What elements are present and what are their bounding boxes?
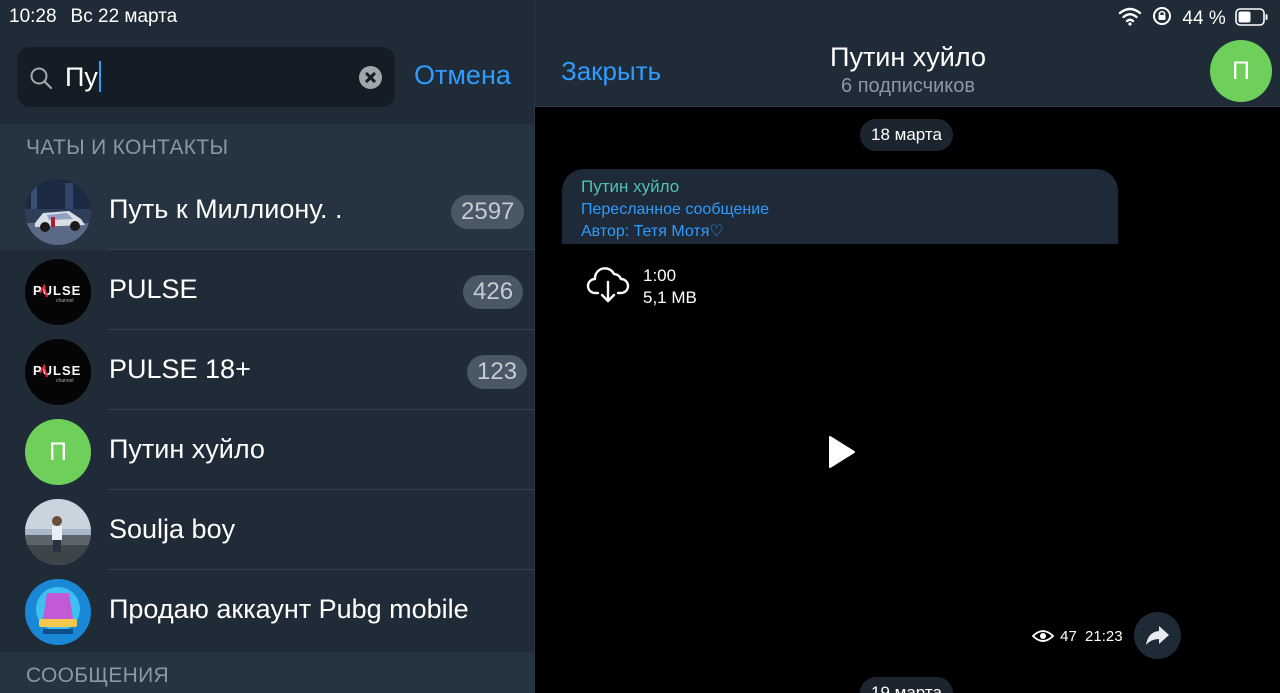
message-meta: 47 21:23 [1031,628,1123,645]
result-name: PULSE 18+ [109,354,251,384]
pubg-logo-icon [25,579,91,645]
avatar [25,579,91,645]
status-bar-right: 44 % [1118,6,1269,29]
date-divider: 18 марта [860,119,953,151]
section-header-messages: СООБЩЕНИЯ [0,652,534,693]
section-title: СООБЩЕНИЯ [26,664,169,687]
chat-header: 44 % Закрыть Путин хуйло 6 подписчиков П [535,0,1280,107]
search-result-row[interactable]: П Путин хуйло [0,410,534,490]
forward-source[interactable]: Путин хуйло [581,177,679,197]
battery-percent: 44 % [1182,8,1226,29]
result-name: Soulja boy [109,514,236,544]
result-name: Продаю аккаунт Pubg mobile [109,594,469,624]
status-date: Вс 22 марта [70,6,178,27]
pulse-logo-icon: PULSE channel [25,339,91,405]
forward-label: Пересланное сообщение [581,201,770,218]
status-time: 10:28 [9,6,57,27]
date-divider: 19 марта [860,677,953,693]
result-name: Путь к Миллиону. . [109,194,343,224]
video-size: 5,1 MB [643,288,697,307]
search-result-row[interactable]: PULSE channel PULSE 426 [0,250,534,330]
chat-title: Путин хуйло [830,42,986,72]
wifi-icon [1118,7,1142,26]
search-field[interactable]: Пу [17,47,395,107]
forwarded-video-message[interactable]: Путин хуйло Пересланное сообщение Автор:… [562,169,1123,645]
unread-badge: 426 [463,275,524,309]
person-photo-icon [25,499,91,565]
search-result-row[interactable]: Путь к Миллиону. . 2597 [0,170,534,250]
result-name: Путин хуйло [109,434,265,464]
cancel-button[interactable]: Отмена [414,60,511,91]
avatar [25,499,91,565]
search-query: Пу [65,62,98,92]
search-result-row[interactable]: Soulja boy [0,490,534,570]
chat-search-panel: 10:28 Вс 22 марта Пу Отмена ЧАТЫ И КОНТАК… [0,0,534,693]
avatar [25,179,91,245]
message-time: 21:23 [1085,628,1123,645]
unread-badge: 2597 [451,195,525,229]
forward-author: Автор: Тетя Мотя♡ [581,223,724,240]
cloud-download-icon[interactable] [586,265,630,305]
channel-avatar[interactable]: П [1210,40,1272,102]
avatar: П [25,419,91,485]
battery-icon [1235,8,1268,26]
status-bar-left: 10:28 Вс 22 марта [9,6,177,28]
rotation-lock-icon [1153,7,1172,25]
channel-preview-panel: 44 % Закрыть Путин хуйло 6 подписчиков П… [534,0,1280,693]
clear-search-icon[interactable] [359,66,382,89]
view-count: 47 [1060,628,1077,645]
pulse-wave-icon [39,363,48,378]
views-eye-icon [1031,630,1055,642]
unread-badge: 123 [467,355,528,389]
car-photo-icon [25,179,91,245]
subscriber-count: 6 подписчиков [841,75,975,97]
pulse-logo-icon: PULSE channel [25,259,91,325]
pulse-wave-icon [39,283,48,298]
share-arrow-icon [1146,626,1169,645]
search-icon [30,67,53,90]
video-duration: 1:00 [643,266,677,285]
search-input[interactable]: Пу [65,61,101,93]
search-result-row[interactable]: PULSE channel PULSE 18+ 123 [0,330,534,410]
section-title: ЧАТЫ И КОНТАКТЫ [26,136,229,159]
forward-header: Путин хуйло Пересланное сообщение Автор:… [562,169,1118,244]
text-caret [98,61,101,92]
play-icon[interactable] [826,435,856,469]
result-name: PULSE [109,274,198,304]
share-button[interactable] [1134,612,1181,659]
section-header-chats-contacts: ЧАТЫ И КОНТАКТЫ [0,124,534,170]
search-result-row[interactable]: Продаю аккаунт Pubg mobile [0,570,534,650]
